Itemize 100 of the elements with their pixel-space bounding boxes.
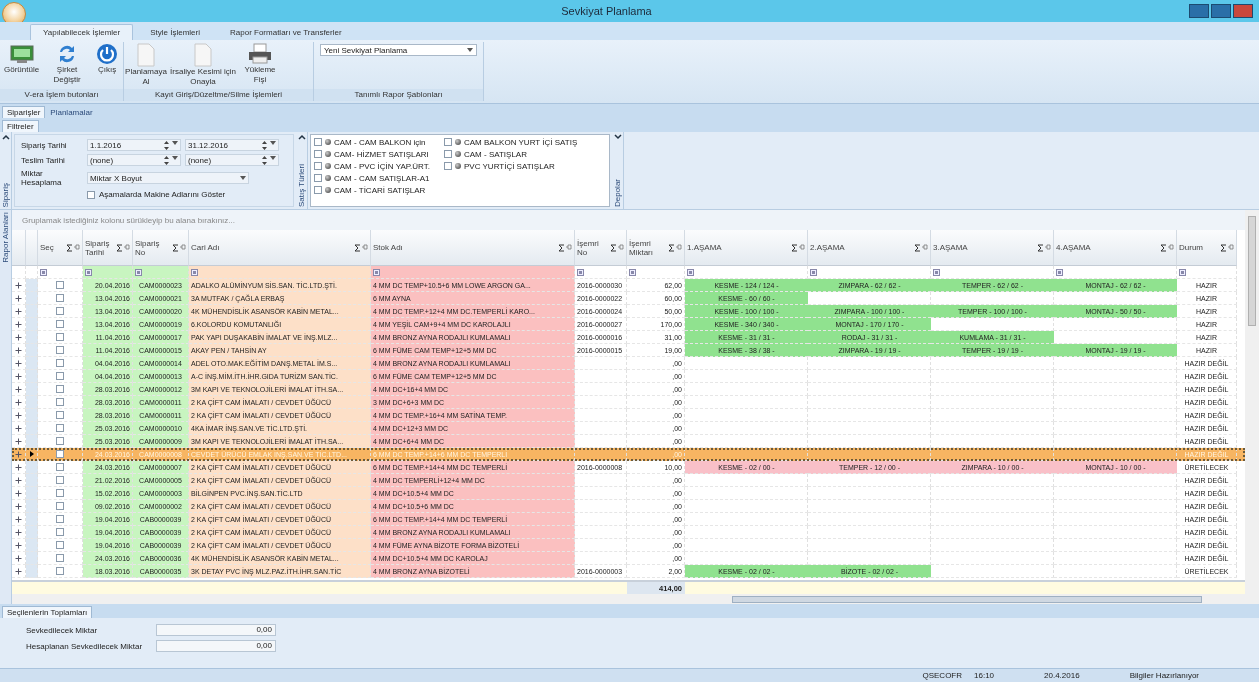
ribbon-button[interactable]: Görüntüle bbox=[2, 42, 42, 89]
column-header[interactable]: Durum bbox=[1177, 230, 1237, 266]
filter-icon[interactable] bbox=[577, 268, 584, 276]
checkbox[interactable] bbox=[56, 528, 64, 536]
expand-icon[interactable] bbox=[15, 502, 22, 510]
checkbox[interactable] bbox=[56, 502, 64, 510]
expand-icon[interactable] bbox=[15, 372, 22, 380]
column-header[interactable]: Stok Adı bbox=[371, 230, 575, 266]
checkbox[interactable] bbox=[56, 541, 64, 549]
expand-icon[interactable] bbox=[15, 320, 22, 328]
scrollbar-thumb[interactable] bbox=[732, 595, 1202, 603]
filter-cell[interactable] bbox=[83, 266, 133, 279]
column-header[interactable]: Sipariş Tarihi bbox=[83, 230, 133, 266]
minimize-button[interactable] bbox=[1189, 4, 1209, 18]
checkbox[interactable] bbox=[56, 463, 64, 471]
checkbox[interactable] bbox=[56, 372, 64, 380]
checkbox[interactable] bbox=[56, 346, 64, 354]
expand-icon[interactable] bbox=[15, 554, 22, 562]
date-field[interactable]: 1.1.2016 bbox=[87, 139, 181, 151]
filter-icon[interactable] bbox=[629, 268, 636, 276]
checkbox[interactable] bbox=[56, 359, 64, 367]
expand-icon[interactable] bbox=[15, 489, 22, 497]
expand-icon[interactable] bbox=[15, 567, 22, 575]
checkbox[interactable] bbox=[56, 333, 64, 341]
filter-icon[interactable] bbox=[810, 268, 817, 276]
expand-icon[interactable] bbox=[15, 528, 22, 536]
expand-icon[interactable] bbox=[15, 307, 22, 315]
filter-tab[interactable]: Filtreler bbox=[2, 120, 39, 132]
filter-cell[interactable] bbox=[575, 266, 627, 279]
view-tab[interactable]: Siparişler bbox=[2, 106, 46, 118]
checkbox[interactable] bbox=[56, 554, 64, 562]
checkbox[interactable] bbox=[87, 190, 95, 199]
checkbox[interactable] bbox=[56, 489, 64, 497]
collapse-icon[interactable] bbox=[1, 134, 10, 140]
filter-icon[interactable] bbox=[687, 268, 694, 276]
close-button[interactable] bbox=[1233, 4, 1253, 18]
filter-icon[interactable] bbox=[135, 268, 142, 276]
expand-icon[interactable] bbox=[15, 346, 22, 354]
expand-icon[interactable] bbox=[15, 515, 22, 523]
expand-icon[interactable] bbox=[15, 424, 22, 432]
filter-cell[interactable] bbox=[627, 266, 685, 279]
expand-icon[interactable] bbox=[15, 398, 22, 406]
view-tab[interactable]: Planlamalar bbox=[45, 106, 98, 118]
filter-icon[interactable] bbox=[191, 268, 198, 276]
checkbox[interactable] bbox=[56, 385, 64, 393]
column-header[interactable]: İşemri No bbox=[575, 230, 627, 266]
restore-button[interactable] bbox=[1211, 4, 1231, 18]
filter-icon[interactable] bbox=[1179, 268, 1186, 276]
date-field[interactable]: 31.12.2016 bbox=[185, 139, 279, 151]
ribbon-button[interactable]: Yükleme Fişi bbox=[240, 42, 280, 89]
checkbox[interactable] bbox=[314, 186, 322, 194]
quantity-dropdown[interactable]: Miktar X Boyut bbox=[87, 172, 249, 184]
filter-cell[interactable] bbox=[133, 266, 189, 279]
checkbox[interactable] bbox=[56, 515, 64, 523]
checkbox[interactable] bbox=[56, 307, 64, 315]
expand-icon[interactable] bbox=[15, 463, 22, 471]
column-header[interactable]: Cari Adı bbox=[189, 230, 371, 266]
ribbon-button[interactable]: Çıkış bbox=[93, 42, 121, 89]
totals-tab[interactable]: Seçilenlerin Toplamları bbox=[2, 606, 93, 618]
ribbon-button[interactable]: Şirket Değiştir bbox=[43, 42, 92, 89]
expand-icon[interactable] bbox=[15, 437, 22, 445]
column-header[interactable]: Seç bbox=[38, 230, 83, 266]
checkbox[interactable] bbox=[56, 567, 64, 575]
filter-icon[interactable] bbox=[1056, 268, 1063, 276]
column-header[interactable]: 1.AŞAMA bbox=[685, 230, 808, 266]
column-header[interactable]: 2.AŞAMA bbox=[808, 230, 931, 266]
filter-icon[interactable] bbox=[373, 268, 380, 276]
expand-icon[interactable] bbox=[15, 411, 22, 419]
filter-cell[interactable] bbox=[1177, 266, 1237, 279]
checkbox[interactable] bbox=[56, 320, 64, 328]
checkbox[interactable] bbox=[56, 398, 64, 406]
ribbon-tab[interactable]: Rapor Formatları ve Transferler bbox=[217, 24, 355, 40]
checkbox[interactable] bbox=[56, 437, 64, 445]
date-field[interactable]: (none) bbox=[87, 154, 181, 166]
collapse-icon[interactable] bbox=[297, 134, 306, 140]
expand-icon[interactable] bbox=[15, 476, 22, 484]
column-header[interactable]: 4.AŞAMA bbox=[1054, 230, 1177, 266]
expand-icon[interactable] bbox=[15, 294, 22, 302]
checkbox[interactable] bbox=[314, 174, 322, 182]
column-header[interactable]: Sipariş No bbox=[133, 230, 189, 266]
checkbox[interactable] bbox=[444, 162, 452, 170]
checkbox[interactable] bbox=[56, 411, 64, 419]
filter-icon[interactable] bbox=[933, 268, 940, 276]
checkbox[interactable] bbox=[56, 476, 64, 484]
ribbon-button[interactable]: Planlamaya Al bbox=[126, 42, 166, 89]
filter-cell[interactable] bbox=[189, 266, 371, 279]
checkbox[interactable] bbox=[314, 138, 322, 146]
filter-icon[interactable] bbox=[85, 268, 92, 276]
checkbox[interactable] bbox=[56, 424, 64, 432]
checkbox[interactable] bbox=[56, 450, 64, 458]
template-dropdown[interactable]: Yeni Sevkiyat Planlama bbox=[320, 44, 477, 56]
expand-icon[interactable] bbox=[613, 134, 622, 140]
ribbon-tab[interactable]: Style İşlemleri bbox=[137, 24, 213, 40]
checkbox[interactable] bbox=[444, 138, 452, 146]
expand-icon[interactable] bbox=[15, 333, 22, 341]
filter-icon[interactable] bbox=[40, 268, 47, 276]
filter-cell[interactable] bbox=[371, 266, 575, 279]
ribbon-tab[interactable]: Yapılabilecek İşlemler bbox=[30, 24, 134, 40]
checkbox[interactable] bbox=[444, 150, 452, 158]
checkbox[interactable] bbox=[314, 162, 322, 170]
